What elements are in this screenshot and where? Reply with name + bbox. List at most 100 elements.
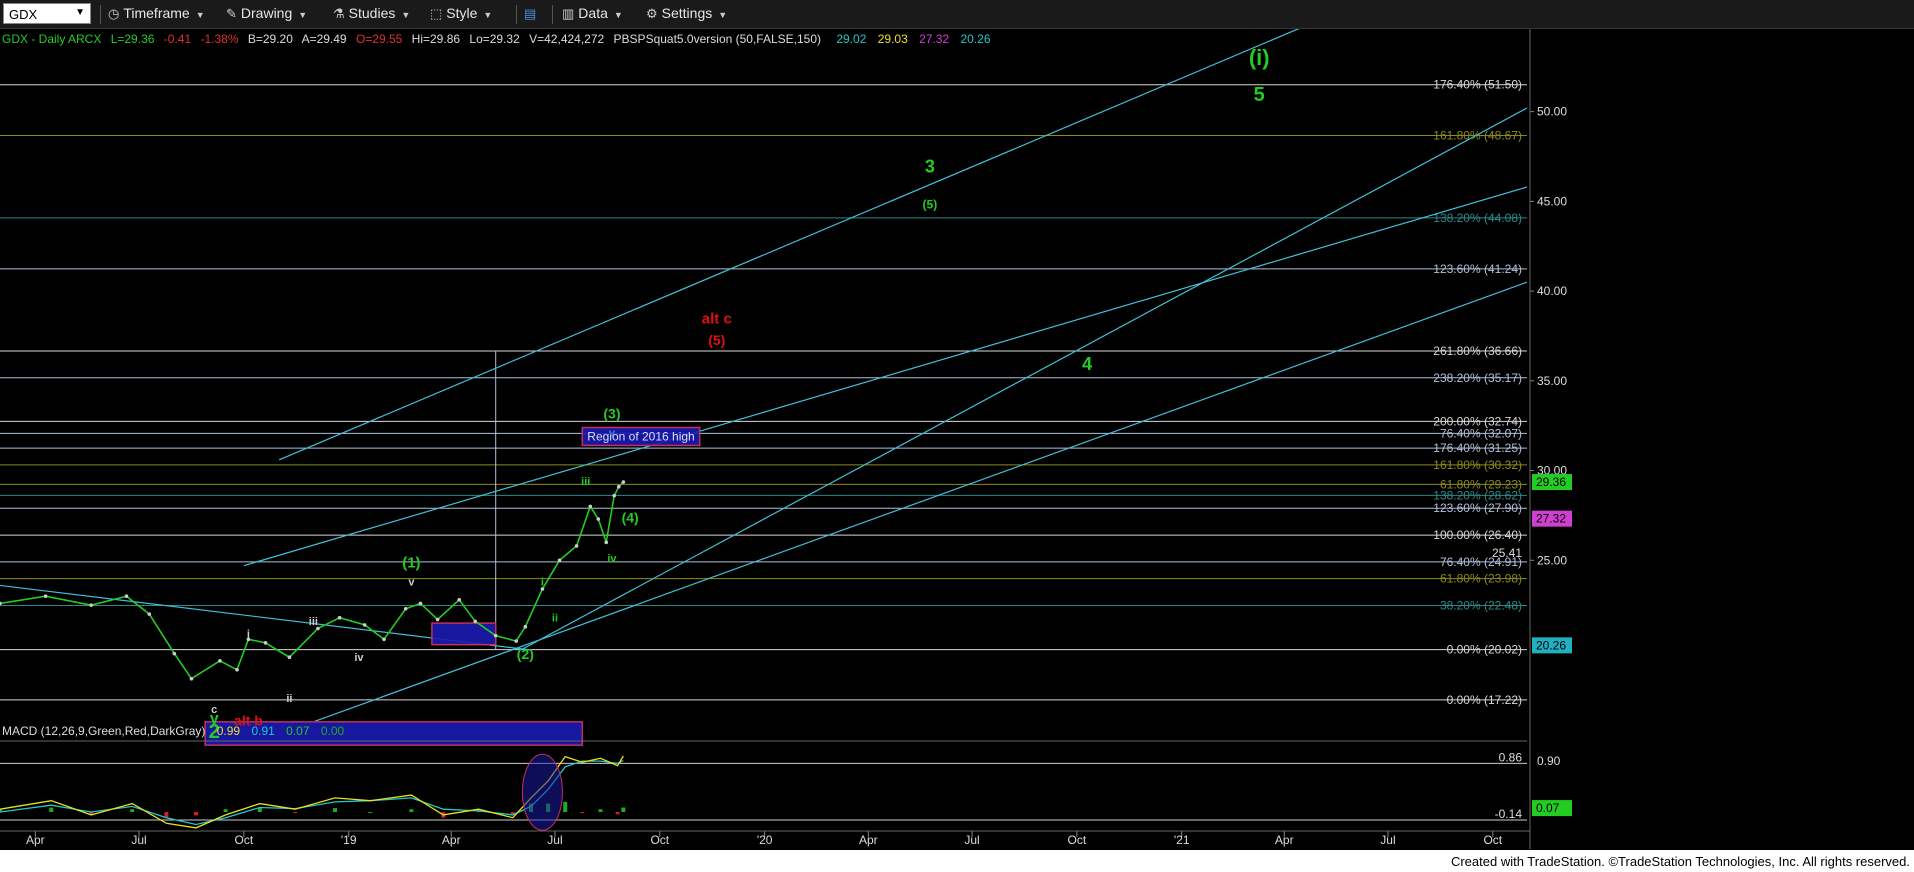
- fib-label: 123.60% (27.90): [1433, 501, 1522, 515]
- price-point: [235, 667, 239, 672]
- channel-line: [243, 186, 1528, 567]
- toolbar-divider: [516, 5, 517, 24]
- macd-hist-bar: [563, 801, 568, 813]
- macd-hist-bar: [580, 812, 585, 814]
- macd-hist-bar: [223, 809, 228, 813]
- wave-label: iv: [354, 652, 364, 664]
- x-tick-label: '20: [757, 833, 773, 847]
- macd-hist-bar: [409, 809, 414, 813]
- info-v2: 29.03: [878, 32, 908, 46]
- wave-label: alt c: [702, 310, 732, 327]
- info-change: -0.41: [164, 32, 192, 46]
- x-tick-label: Jul: [547, 833, 562, 847]
- y-tick-label: 35.00: [1537, 374, 1567, 388]
- settings-button[interactable]: ⚙ Settings ▼: [646, 5, 727, 22]
- price-point: [287, 655, 292, 660]
- info-percent: -1.38%: [200, 32, 238, 46]
- studies-button[interactable]: ⚗ Studies ▼: [333, 5, 410, 22]
- fib-label: 0.00% (17.22): [1447, 693, 1522, 707]
- price-point: [557, 558, 562, 563]
- x-tick-label: '19: [341, 833, 357, 847]
- x-tick-label: Apr: [1275, 833, 1294, 847]
- price-point: [457, 597, 462, 602]
- chevron-down-icon: ▼: [195, 10, 205, 20]
- wave-label: iii: [581, 476, 590, 488]
- price-point: [172, 651, 177, 656]
- x-tick-label: Oct: [235, 833, 254, 847]
- price-point: [435, 617, 440, 622]
- price-point: [604, 540, 609, 545]
- price-point: [523, 624, 528, 629]
- wave-label: (1): [402, 554, 420, 571]
- price-point: [189, 676, 194, 681]
- macd-hist-bar: [368, 812, 373, 814]
- data-button[interactable]: ▥ Data ▼: [562, 5, 623, 22]
- x-tick-label: Oct: [1483, 833, 1502, 847]
- price-point: [0, 601, 2, 606]
- y-tick-label: 50.00: [1537, 105, 1567, 119]
- price-point: [621, 480, 626, 484]
- timeframe-button[interactable]: ◷ Timeframe ▼: [108, 5, 205, 22]
- price-point: [89, 603, 93, 607]
- wave-labels: (i)53(5)alt c(5)4(3)viii(4)iv(1)v iiiiiii…: [209, 45, 1270, 743]
- price-point: [596, 517, 601, 521]
- gear-icon: ⚙: [646, 6, 658, 21]
- macd-line: MACD (12,26,9,Green,Red,DarkGray) 0.99 0…: [2, 724, 345, 738]
- price-point: [473, 619, 477, 624]
- drawing-button[interactable]: ✎ Drawing ▼: [226, 5, 307, 22]
- price-badge-label: 29.36: [1536, 475, 1566, 489]
- pencil-icon: ✎: [226, 6, 237, 21]
- fib-label: 176.40% (31.25): [1433, 441, 1522, 455]
- channel-line: [278, 29, 1300, 461]
- wave-label: (5): [708, 332, 725, 348]
- fib-label: 61.80% (23.98): [1440, 572, 1522, 586]
- chevron-down-icon: ▼: [75, 7, 85, 18]
- wave-label: (4): [622, 510, 639, 526]
- wave-label: ii: [552, 612, 558, 624]
- wave-label: v: [609, 427, 616, 439]
- macd-hist-bar: [130, 809, 135, 813]
- info-volume: V=42,424,272: [529, 32, 604, 46]
- symbol-value: GDX: [9, 7, 38, 22]
- price-point: [124, 594, 129, 598]
- macd-level-label: -0.14: [1495, 807, 1523, 821]
- macd-v3: 0.07: [286, 724, 310, 738]
- info-study: PBSPSquat5.0version (50,FALSE,150): [614, 32, 821, 46]
- layout-button[interactable]: ▤: [524, 5, 540, 22]
- fib-extra-label: 25.41: [1492, 546, 1522, 560]
- style-button[interactable]: ⬚ Style ▼: [430, 5, 492, 22]
- info-prefix: GDX - Daily ARCX: [2, 32, 101, 46]
- footer: Created with TradeStation. ©TradeStation…: [0, 850, 1914, 872]
- wave-label: 4: [1082, 354, 1092, 374]
- settings-label: Settings: [661, 5, 713, 21]
- macd-v1: 0.99: [217, 724, 241, 738]
- region-box: [431, 622, 497, 646]
- toolbar: GDX ▼ ◷ Timeframe ▼ ✎ Drawing ▼ ⚗ Studies ▼ ⬚ S…: [0, 0, 1914, 29]
- macd-v2: 0.91: [251, 724, 275, 738]
- bar-chart-icon: ▥: [562, 6, 575, 21]
- info-v3: 27.32: [919, 32, 949, 46]
- fib-label: 138.20% (28.62): [1433, 488, 1522, 502]
- price-point: [403, 606, 408, 611]
- drawing-label: Drawing: [240, 5, 293, 21]
- price-chart[interactable]: 176.40% (51.50) 161.80% (48.67) 138.20% (4…: [0, 29, 1914, 850]
- macd-panel: 0.86-0.140.900.050.07: [0, 740, 1572, 831]
- fib-label: 176.40% (51.50): [1433, 78, 1522, 92]
- fib-label: 76.40% (32.07): [1440, 426, 1522, 440]
- macd-highlight: [521, 753, 563, 831]
- fib-label: 123.60% (41.24): [1433, 262, 1522, 276]
- info-open: O=29.55: [356, 32, 403, 46]
- symbol-input[interactable]: GDX ▼: [3, 3, 91, 24]
- fib-label: 238.20% (35.17): [1433, 371, 1522, 385]
- price-point: [574, 544, 579, 548]
- price-point: [337, 615, 342, 620]
- fib-label: 38.20% (22.48): [1440, 599, 1522, 613]
- price-point: [493, 633, 498, 638]
- price-point: [612, 493, 617, 498]
- x-tick-label: Jul: [1380, 833, 1395, 847]
- toolbar-divider: [552, 5, 553, 24]
- macd-hist-bar: [621, 807, 626, 813]
- macd-hist-bar: [293, 812, 298, 814]
- price-point: [362, 623, 367, 627]
- x-tick-label: Oct: [650, 833, 669, 847]
